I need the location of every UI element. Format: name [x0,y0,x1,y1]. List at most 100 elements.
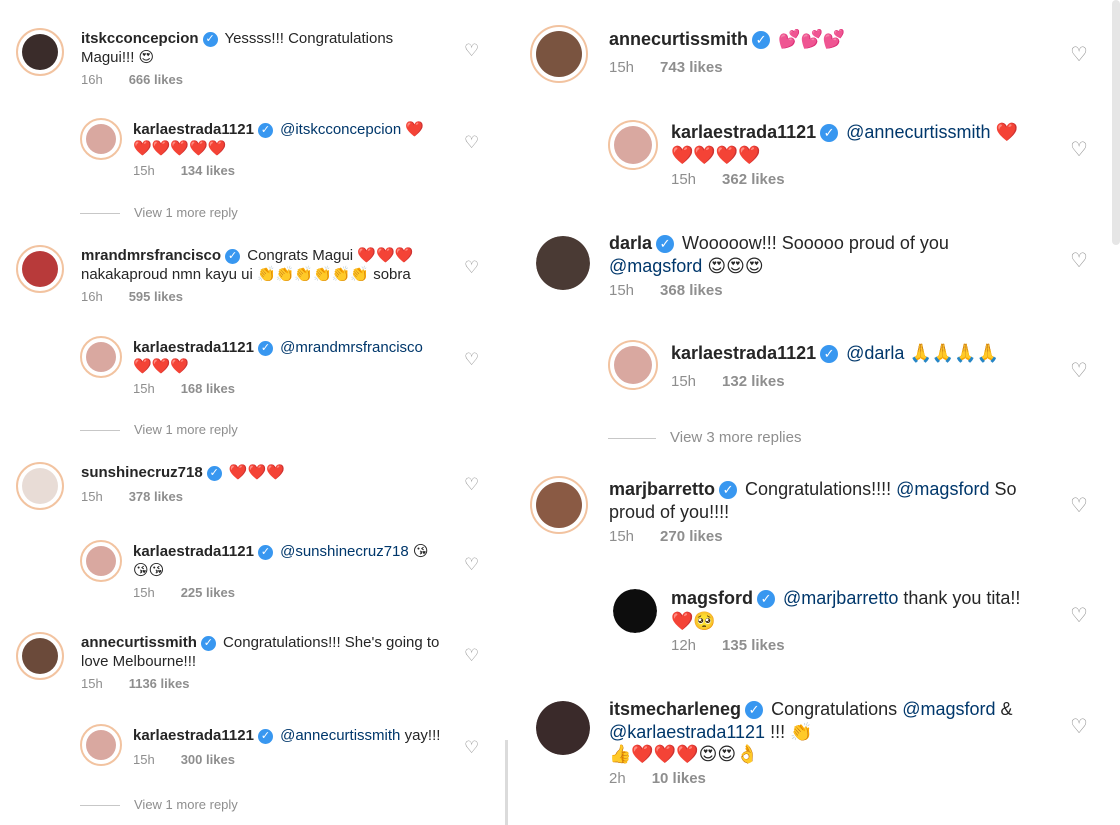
like-heart-icon[interactable]: ♡ [1070,358,1088,383]
comment-text-line2: love Melbourne!!! [81,652,197,670]
view-more-replies[interactable]: View 1 more reply [80,797,238,812]
like-count[interactable]: 1136 likes [129,676,190,691]
mention-link[interactable]: @marjbarretto [783,588,898,608]
like-count[interactable]: 743 likes [660,59,723,76]
timestamp: 15h [133,751,155,767]
like-heart-icon[interactable]: ♡ [1070,493,1088,518]
verified-badge-icon: ✓ [820,345,839,364]
like-count[interactable]: 378 likes [129,489,183,504]
username[interactable]: karlaestrada1121 [133,339,254,356]
timestamp: 15h [671,171,697,188]
timestamp: 15h [609,58,635,76]
mention-link[interactable]: @sunshinecruz718 [280,543,409,560]
mention-link-2[interactable]: @karlaestrada1121 [609,722,765,742]
username[interactable]: karlaestrada1121 [133,543,254,560]
username[interactable]: mrandmrsfrancisco [81,247,221,264]
mention-link[interactable]: @annecurtissmith [280,727,400,744]
verified-badge-icon: ✓ [206,465,222,481]
username[interactable]: marjbarretto [609,479,715,499]
like-heart-icon[interactable]: ♡ [464,133,479,153]
comment-text: Congratulations [771,699,898,719]
like-heart-icon[interactable]: ♡ [1070,603,1088,628]
avatar[interactable] [80,118,122,160]
emoji: 💕💕💕 [778,29,846,49]
avatar[interactable] [608,120,658,170]
like-count[interactable]: 368 likes [660,282,723,299]
avatar[interactable] [80,724,122,766]
like-heart-icon[interactable]: ♡ [1070,137,1088,162]
avatar[interactable] [613,589,657,633]
like-heart-icon[interactable]: ♡ [1070,248,1088,273]
like-count[interactable]: 134 likes [181,163,235,178]
like-heart-icon[interactable]: ♡ [464,258,479,278]
emoji: ❤️ [995,122,1018,142]
avatar[interactable] [530,476,588,534]
emoji: 👏👏👏👏👏👏 [256,265,370,283]
username[interactable]: sunshinecruz718 [81,464,203,481]
mention-link[interactable]: @magsford [609,256,702,276]
like-heart-icon[interactable]: ♡ [464,646,479,666]
column-divider [505,740,508,825]
timestamp: 15h [133,380,155,396]
emoji-line: 😘😘 [133,561,165,579]
username[interactable]: karlaestrada1121 [671,343,816,363]
username[interactable]: itsmecharleneg [609,699,741,719]
like-count[interactable]: 168 likes [181,381,235,396]
avatar[interactable] [16,632,64,680]
avatar[interactable] [536,701,590,755]
like-heart-icon[interactable]: ♡ [464,738,479,758]
like-count[interactable]: 300 likes [181,752,235,767]
like-count[interactable]: 362 likes [722,171,785,188]
emoji: ❤️❤️❤️ [357,247,414,264]
avatar[interactable] [80,540,122,582]
like-count[interactable]: 135 likes [722,637,785,654]
view-more-replies[interactable]: View 3 more replies [608,429,801,446]
like-count[interactable]: 225 likes [181,585,235,600]
emoji: ❤️ [405,121,425,138]
username[interactable]: karlaestrada1121 [133,727,254,744]
like-heart-icon[interactable]: ♡ [464,350,479,370]
like-count[interactable]: 10 likes [652,770,706,787]
scrollbar[interactable] [1112,0,1120,245]
timestamp: 15h [609,528,635,545]
mention-link[interactable]: @annecurtissmith [846,122,990,142]
like-count[interactable]: 132 likes [722,373,785,390]
mention-link[interactable]: @magsford [896,479,989,499]
comment-text-line2: nakakaproud nmn kayu ui [81,265,253,283]
like-heart-icon[interactable]: ♡ [1070,714,1088,739]
view-more-replies[interactable]: View 1 more reply [80,422,238,437]
avatar[interactable] [16,462,64,510]
username[interactable]: annecurtissmith [609,29,748,49]
like-heart-icon[interactable]: ♡ [464,475,479,495]
avatar[interactable] [16,245,64,293]
avatar[interactable] [530,25,588,83]
avatar[interactable] [608,340,658,390]
like-heart-icon[interactable]: ♡ [464,555,479,575]
like-heart-icon[interactable]: ♡ [1070,42,1088,67]
like-count[interactable]: 595 likes [129,289,183,304]
like-count[interactable]: 270 likes [660,528,723,545]
like-heart-icon[interactable]: ♡ [464,41,479,61]
avatar[interactable] [16,28,64,76]
mention-link[interactable]: @itskcconcepcion [280,121,401,138]
username[interactable]: karlaestrada1121 [133,121,254,138]
verified-badge-icon: ✓ [200,635,216,651]
like-count[interactable]: 666 likes [129,72,183,87]
username[interactable]: itskcconcepcion [81,30,199,47]
verified-badge-icon: ✓ [225,248,241,264]
view-more-replies[interactable]: View 1 more reply [80,205,238,220]
username[interactable]: magsford [671,588,753,608]
mention-link[interactable]: @darla [846,343,904,363]
timestamp: 16h [81,288,103,304]
comment-text-line2: Magui!!! 😍 [81,48,155,66]
avatar[interactable] [80,336,122,378]
mention-link[interactable]: @mrandmrsfrancisco [280,339,423,356]
username[interactable]: darla [609,233,652,253]
avatar[interactable] [536,236,590,290]
mention-link[interactable]: @magsford [902,699,995,719]
emoji: 👏 [790,721,813,742]
emoji: ❤️❤️❤️ [228,464,285,481]
verified-badge-icon: ✓ [656,235,675,254]
username[interactable]: annecurtissmith [81,634,197,651]
username[interactable]: karlaestrada1121 [671,122,816,142]
